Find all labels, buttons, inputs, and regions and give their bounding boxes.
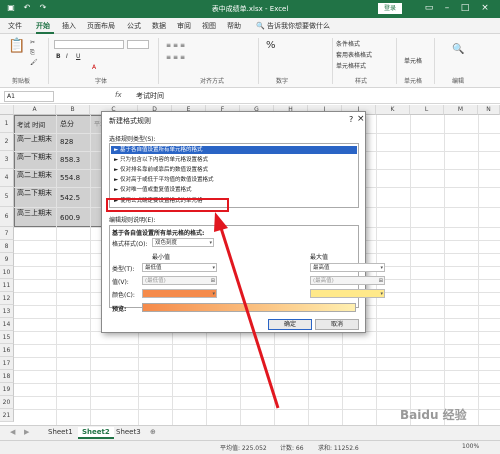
arrow-shaft [219, 227, 280, 409]
watermark: Baidu 经验 [400, 408, 467, 422]
arrow-head [214, 212, 228, 232]
annotation-arrow [214, 212, 280, 409]
